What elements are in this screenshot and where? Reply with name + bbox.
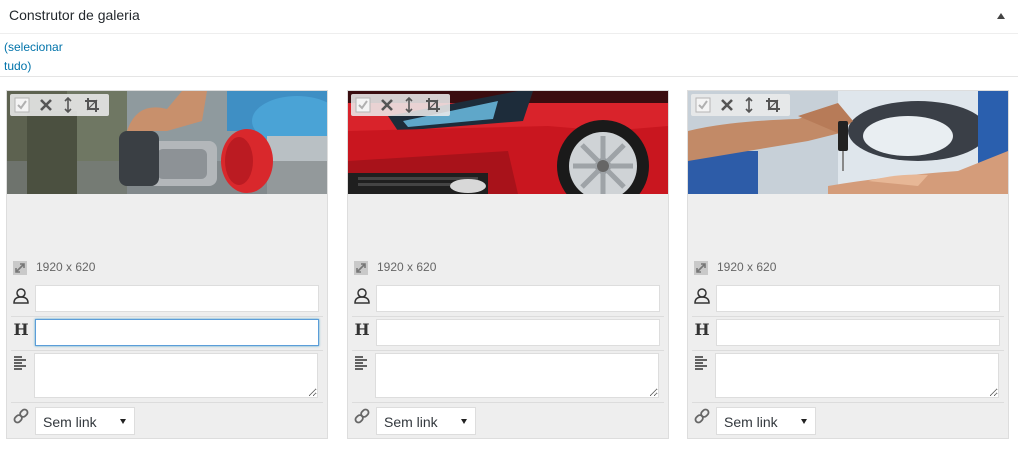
user-icon: [12, 287, 30, 305]
gallery-builder-panel: Construtor de galeria (selecionar tudo): [0, 0, 1018, 464]
title-input[interactable]: [716, 319, 1000, 346]
link-select-value: Sem link: [724, 414, 778, 430]
sort-arrows-icon[interactable]: [401, 97, 417, 113]
align-left-icon: [353, 354, 371, 372]
expand-icon: [353, 260, 369, 276]
separator: [11, 402, 323, 403]
separator: [352, 316, 664, 317]
image-dimensions: 1920 x 620: [377, 260, 437, 274]
align-left-icon: [12, 354, 30, 372]
expand-icon: [12, 260, 28, 276]
gallery-item: 1920 x 620 H Sem link: [6, 90, 328, 439]
align-left-icon: [693, 354, 711, 372]
author-input[interactable]: [35, 285, 319, 312]
gallery-item: 1920 x 620 H Sem link: [347, 90, 669, 439]
link-select[interactable]: Sem link: [376, 407, 476, 435]
link-icon: [693, 407, 711, 425]
description-textarea[interactable]: [375, 353, 659, 398]
separator: [692, 350, 1004, 351]
crop-icon[interactable]: [84, 97, 100, 113]
separator: [352, 402, 664, 403]
link-select[interactable]: Sem link: [35, 407, 135, 435]
title-input[interactable]: [35, 319, 319, 346]
select-all-line1[interactable]: (selecionar: [4, 38, 84, 57]
checkbox-icon[interactable]: [355, 97, 371, 113]
panel-title: Construtor de galeria: [9, 7, 140, 23]
panel-header[interactable]: Construtor de galeria: [0, 0, 1018, 34]
close-icon[interactable]: [719, 97, 735, 113]
divider: [0, 76, 1018, 77]
separator: [11, 350, 323, 351]
sort-arrows-icon[interactable]: [60, 97, 76, 113]
user-icon: [353, 287, 371, 305]
close-icon[interactable]: [38, 97, 54, 113]
select-all-link[interactable]: (selecionar tudo): [4, 38, 84, 76]
separator: [692, 316, 1004, 317]
image-dimensions: 1920 x 620: [36, 260, 96, 274]
crop-icon[interactable]: [425, 97, 441, 113]
heading-icon: H: [354, 320, 370, 339]
heading-icon: H: [694, 320, 710, 339]
link-icon: [353, 407, 371, 425]
chevron-down-icon: [801, 419, 807, 424]
item-toolbar: [10, 94, 109, 116]
link-select-value: Sem link: [384, 414, 438, 430]
sort-arrows-icon[interactable]: [741, 97, 757, 113]
crop-icon[interactable]: [765, 97, 781, 113]
expand-icon: [693, 260, 709, 276]
heading-icon: H: [13, 320, 29, 339]
chevron-down-icon: [461, 419, 467, 424]
separator: [352, 350, 664, 351]
user-icon: [693, 287, 711, 305]
description-textarea[interactable]: [34, 353, 318, 398]
chevron-down-icon: [120, 419, 126, 424]
item-toolbar: [691, 94, 790, 116]
triangle-up-icon[interactable]: [997, 13, 1005, 19]
separator: [692, 402, 1004, 403]
link-select[interactable]: Sem link: [716, 407, 816, 435]
close-icon[interactable]: [379, 97, 395, 113]
link-select-value: Sem link: [43, 414, 97, 430]
author-input[interactable]: [716, 285, 1000, 312]
gallery-item: 1920 x 620 H Sem link: [687, 90, 1009, 439]
description-textarea[interactable]: [715, 353, 999, 398]
separator: [11, 316, 323, 317]
image-dimensions: 1920 x 620: [717, 260, 777, 274]
checkbox-icon[interactable]: [695, 97, 711, 113]
select-all-line2[interactable]: tudo): [4, 57, 84, 76]
item-toolbar: [351, 94, 450, 116]
title-input[interactable]: [376, 319, 660, 346]
checkbox-icon[interactable]: [14, 97, 30, 113]
link-icon: [12, 407, 30, 425]
author-input[interactable]: [376, 285, 660, 312]
